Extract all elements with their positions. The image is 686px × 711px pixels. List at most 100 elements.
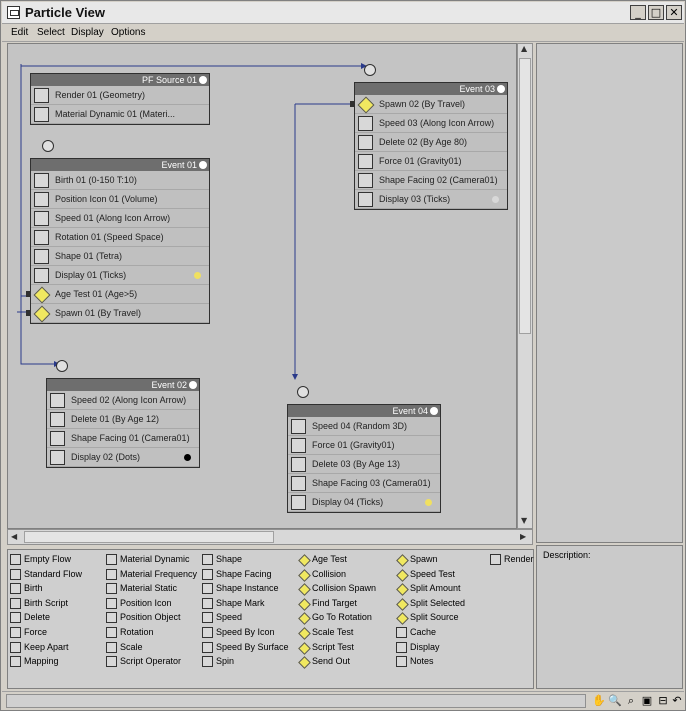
display-icon bbox=[396, 641, 407, 653]
operator-label: Delete 01 (By Age 12) bbox=[71, 414, 160, 424]
operator-row[interactable]: Speed 04 (Random 3D) bbox=[288, 417, 440, 436]
app-icon bbox=[7, 6, 20, 19]
display-icon bbox=[291, 495, 306, 510]
event-light-icon[interactable] bbox=[189, 381, 197, 389]
menu-select[interactable]: Select bbox=[37, 27, 65, 38]
operator-row[interactable]: Shape 01 (Tetra) bbox=[31, 247, 209, 266]
display-color-icon bbox=[194, 272, 201, 279]
maximize-button[interactable]: □ bbox=[648, 5, 664, 20]
event-04-node[interactable]: Event 04 Speed 04 (Random 3D) Force 01 (Gr… bbox=[287, 404, 441, 513]
event-01-node[interactable]: Event 01 Birth 01 (0-150 T:10) Position Ic… bbox=[26, 158, 210, 324]
particle-diagram-canvas[interactable]: PF Source 01 Render 01 (Geometry) Material… bbox=[7, 43, 517, 529]
operator-label: Position Icon 01 (Volume) bbox=[55, 194, 158, 204]
event-input-connector[interactable] bbox=[42, 140, 54, 152]
event-02-node[interactable]: Event 02 Speed 02 (Along Icon Arrow) Delet… bbox=[46, 378, 200, 468]
operator-row[interactable]: Display 04 (Ticks) bbox=[288, 493, 440, 512]
output-port[interactable] bbox=[26, 291, 31, 297]
zoom-region-icon[interactable]: ⌕ bbox=[624, 694, 638, 708]
menu-edit[interactable]: Edit bbox=[11, 27, 28, 38]
operator-row[interactable]: Age Test 01 (Age>5) bbox=[26, 285, 209, 304]
render-icon bbox=[490, 554, 501, 565]
operator-row[interactable]: Spawn 01 (By Travel) bbox=[26, 304, 209, 323]
minimize-button[interactable]: _ bbox=[630, 5, 646, 20]
horizontal-scroll-thumb[interactable] bbox=[24, 531, 274, 543]
operator-label: Spawn 01 (By Travel) bbox=[55, 308, 142, 318]
operator-row[interactable]: Force 01 (Gravity01) bbox=[288, 436, 440, 455]
operator-row[interactable]: Force 01 (Gravity01) bbox=[355, 152, 507, 171]
speed-icon bbox=[202, 627, 213, 638]
event-light-icon[interactable] bbox=[199, 76, 207, 84]
material-icon bbox=[106, 554, 117, 565]
event-title[interactable]: Event 03 bbox=[355, 83, 507, 95]
event-title[interactable]: PF Source 01 bbox=[31, 74, 209, 86]
title-bar[interactable]: Particle View _ □ ✕ bbox=[2, 2, 684, 24]
event-light-icon[interactable] bbox=[497, 85, 505, 93]
operator-row[interactable]: Display 02 (Dots) bbox=[47, 448, 199, 467]
operator-row[interactable]: Birth 01 (0-150 T:10) bbox=[31, 171, 209, 190]
operator-row[interactable]: Position Icon 01 (Volume) bbox=[31, 190, 209, 209]
operator-row[interactable]: Spawn 02 (By Travel) bbox=[350, 95, 507, 114]
operator-row[interactable]: Delete 03 (By Age 13) bbox=[288, 455, 440, 474]
event-03-node[interactable]: Event 03 Spawn 02 (By Travel) Speed 03 (Al… bbox=[350, 82, 508, 210]
shape-facing-icon bbox=[202, 568, 213, 580]
operator-row[interactable]: Display 01 (Ticks) bbox=[31, 266, 209, 285]
event-input-connector[interactable] bbox=[56, 360, 68, 372]
operator-row[interactable]: Speed 02 (Along Icon Arrow) bbox=[47, 391, 199, 410]
cache-icon bbox=[396, 627, 407, 638]
depot-item-label: Display bbox=[410, 641, 440, 652]
undo-zoom-icon[interactable]: ↶ bbox=[670, 694, 684, 708]
menu-display[interactable]: Display bbox=[71, 27, 104, 38]
force-icon bbox=[291, 438, 306, 453]
canvas-horizontal-scrollbar[interactable]: ◀ ▶ bbox=[7, 529, 533, 545]
scroll-right-icon[interactable]: ▶ bbox=[520, 532, 526, 541]
scroll-up-icon[interactable]: ▲ bbox=[521, 44, 527, 53]
birth-icon bbox=[34, 173, 49, 188]
depot-item-label: Age Test bbox=[312, 554, 347, 564]
event-title[interactable]: Event 04 bbox=[288, 405, 440, 417]
display-icon bbox=[50, 450, 65, 465]
output-port[interactable] bbox=[26, 310, 31, 316]
event-title-label: PF Source 01 bbox=[141, 75, 197, 85]
operator-row[interactable]: Rotation 01 (Speed Space) bbox=[31, 228, 209, 247]
operator-row[interactable]: Shape Facing 03 (Camera01) bbox=[288, 474, 440, 493]
pan-tool-icon[interactable]: ✋ bbox=[592, 694, 606, 708]
event-title[interactable]: Event 02 bbox=[47, 379, 199, 391]
operator-row[interactable]: Material Dynamic 01 (Materi... bbox=[31, 105, 209, 124]
keep-apart-icon bbox=[10, 641, 21, 653]
operator-row[interactable]: Display 03 (Ticks) bbox=[355, 190, 507, 209]
event-input-connector[interactable] bbox=[364, 64, 376, 76]
shape-facing-icon bbox=[291, 476, 306, 491]
event-title[interactable]: Event 01 bbox=[31, 159, 209, 171]
test-icon bbox=[298, 583, 309, 594]
pf-source-node[interactable]: PF Source 01 Render 01 (Geometry) Material… bbox=[30, 73, 210, 125]
scroll-left-icon[interactable]: ◀ bbox=[11, 532, 17, 541]
operator-row[interactable]: Shape Facing 02 (Camera01) bbox=[355, 171, 507, 190]
zoom-icon[interactable]: 🔍 bbox=[608, 694, 622, 708]
event-light-icon[interactable] bbox=[430, 407, 438, 415]
birth-icon bbox=[10, 597, 21, 609]
menu-options[interactable]: Options bbox=[111, 27, 145, 38]
operator-row[interactable]: Render 01 (Geometry) bbox=[31, 86, 209, 105]
rotation-icon bbox=[106, 627, 117, 638]
vertical-scroll-thumb[interactable] bbox=[519, 58, 531, 334]
canvas-vertical-scrollbar[interactable]: ▲ ▼ bbox=[517, 43, 533, 529]
close-button[interactable]: ✕ bbox=[666, 5, 682, 20]
output-port[interactable] bbox=[350, 101, 355, 107]
zoom-extents-icon[interactable]: ▣ bbox=[640, 694, 654, 708]
operator-row[interactable]: Delete 01 (By Age 12) bbox=[47, 410, 199, 429]
operator-row[interactable]: Speed 01 (Along Icon Arrow) bbox=[31, 209, 209, 228]
depot-item-label: Empty Flow bbox=[24, 554, 72, 564]
operator-row[interactable]: Shape Facing 01 (Camera01) bbox=[47, 429, 199, 448]
event-input-connector[interactable] bbox=[297, 386, 309, 398]
delete-icon bbox=[358, 135, 373, 150]
operator-label: Shape 01 (Tetra) bbox=[55, 251, 123, 261]
operator-row[interactable]: Delete 02 (By Age 80) bbox=[355, 133, 507, 152]
operator-row[interactable]: Speed 03 (Along Icon Arrow) bbox=[355, 114, 507, 133]
scroll-down-icon[interactable]: ▼ bbox=[521, 516, 527, 525]
test-icon bbox=[298, 612, 309, 623]
event-light-icon[interactable] bbox=[199, 161, 207, 169]
operator-label: Display 02 (Dots) bbox=[71, 452, 141, 462]
status-field bbox=[6, 694, 586, 708]
no-zoom-icon[interactable]: ⊟ bbox=[656, 694, 670, 708]
depot-item-label: Spin bbox=[216, 656, 235, 667]
